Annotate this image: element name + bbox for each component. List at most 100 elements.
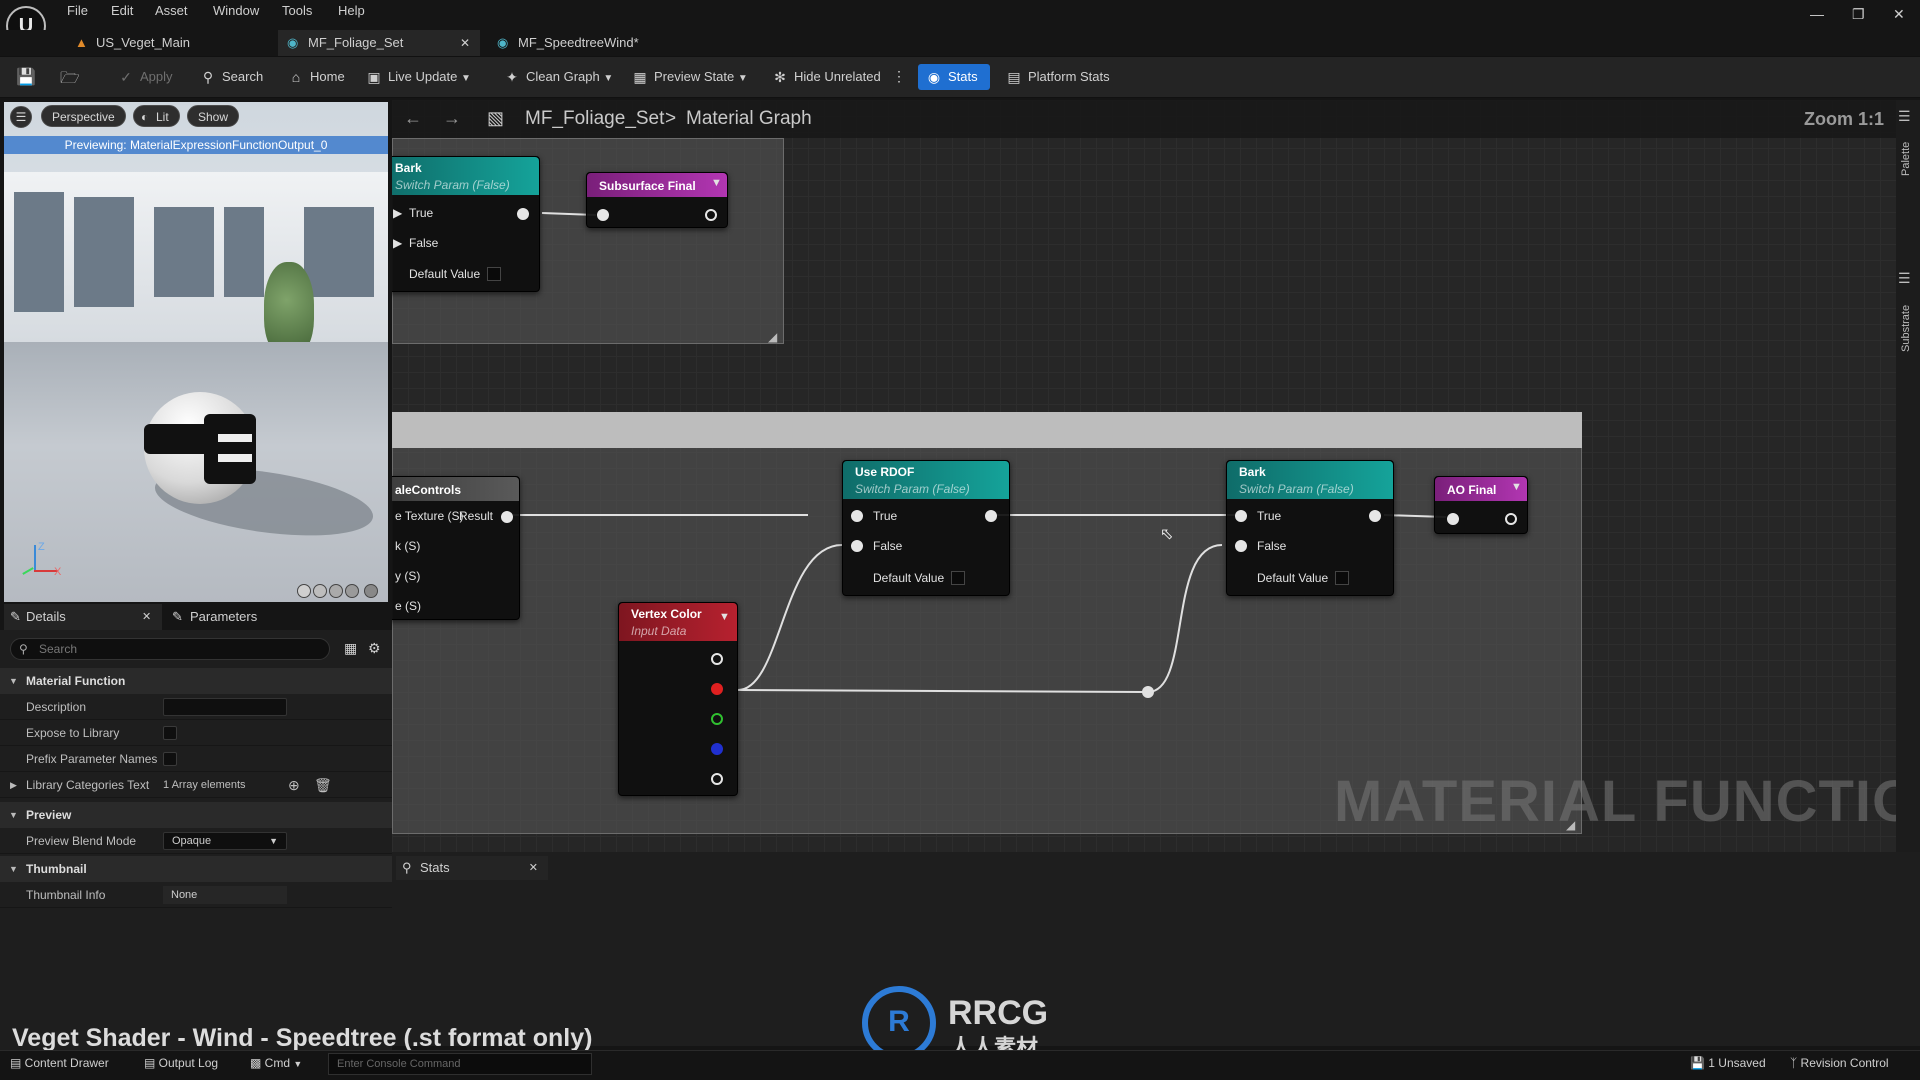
cmd-dropdown[interactable]: ▩ Cmd ▼	[250, 1056, 302, 1070]
node-ao-final[interactable]: AO Final ▼	[1434, 476, 1528, 534]
content-drawer-button[interactable]: ▤ Content Drawer	[10, 1056, 109, 1070]
unsaved-indicator[interactable]: 💾 1 Unsaved	[1690, 1056, 1766, 1070]
platform-stats-button[interactable]: ▤ Platform Stats	[1004, 64, 1109, 90]
minimize-icon[interactable]: —	[1810, 6, 1824, 22]
delete-trash-icon[interactable]: 🗑	[314, 772, 332, 798]
apply-button[interactable]: ✓ Apply	[116, 64, 172, 90]
expose-to-library-checkbox[interactable]	[163, 726, 177, 740]
node-vertex-color[interactable]: Vertex Color Input Data ▼	[618, 602, 738, 796]
chevron-down-icon[interactable]: ▼	[1511, 481, 1522, 493]
details-search-input[interactable]: ⚲ Search	[10, 638, 330, 660]
output-pin[interactable]	[501, 511, 513, 523]
default-value-checkbox[interactable]	[1335, 571, 1349, 585]
reroute-node[interactable]	[1142, 686, 1154, 698]
clean-graph-button[interactable]: ✦ Clean Graph ▼	[502, 64, 613, 90]
output-log-button[interactable]: ▤ Output Log	[144, 1056, 218, 1070]
save-icon[interactable]: 💾	[16, 67, 36, 87]
tab-close-icon[interactable]: ✕	[529, 856, 538, 880]
viewport-menu-icon[interactable]: ☰	[10, 106, 32, 128]
tab-details[interactable]: ✎ Details ✕	[4, 604, 162, 630]
menu-window[interactable]: Window	[213, 3, 259, 18]
stats-button[interactable]: ◉ Stats	[918, 64, 990, 90]
revision-control-button[interactable]: ᛉ Revision Control	[1790, 1056, 1889, 1070]
tab-us-veget-main[interactable]: ▲ US_Veget_Main	[66, 30, 276, 56]
menu-tools[interactable]: Tools	[282, 3, 312, 18]
expand-arrow-icon[interactable]: ▶	[10, 772, 17, 798]
perspective-button[interactable]: Perspective	[41, 105, 126, 127]
default-value-checkbox[interactable]	[487, 267, 501, 281]
output-pin-a[interactable]	[711, 773, 723, 785]
output-pin-r[interactable]	[711, 683, 723, 695]
default-value-checkbox[interactable]	[951, 571, 965, 585]
restore-icon[interactable]: ❐	[1852, 6, 1865, 23]
substrate-tab[interactable]: Substrate	[1900, 305, 1912, 352]
forward-arrow-icon[interactable]: →	[443, 108, 461, 129]
tab-close-icon[interactable]: ✕	[142, 604, 151, 630]
tab-mf-speedtree-wind[interactable]: ◉ MF_SpeedtreeWind*	[488, 30, 688, 56]
section-material-function[interactable]: ▼ Material Function	[0, 668, 392, 694]
section-thumbnail[interactable]: ▼ Thumbnail	[0, 856, 392, 882]
palette-tab[interactable]: Palette	[1900, 142, 1912, 176]
hide-unrelated-button[interactable]: ✻ Hide Unrelated	[770, 64, 881, 90]
section-preview[interactable]: ▼ Preview	[0, 802, 392, 828]
preview-shape-plane-icon[interactable]	[329, 584, 343, 598]
add-element-icon[interactable]: ⊕	[288, 772, 300, 798]
output-pin[interactable]	[1369, 510, 1381, 522]
node-bark-bottom[interactable]: Bark Switch Param (False) True False Def…	[1226, 460, 1394, 596]
preview-viewport[interactable]	[4, 102, 388, 602]
node-use-rdof[interactable]: Use RDOF Switch Param (False) True False…	[842, 460, 1010, 596]
menu-file[interactable]: File	[67, 3, 88, 18]
input-pin[interactable]	[851, 510, 863, 522]
input-pin[interactable]	[1447, 513, 1459, 525]
lit-button[interactable]: ◐ Lit	[133, 105, 180, 127]
back-arrow-icon[interactable]: ←	[404, 108, 422, 129]
input-pin[interactable]	[597, 209, 609, 221]
menu-help[interactable]: Help	[338, 3, 365, 18]
close-window-icon[interactable]: ✕	[1893, 6, 1905, 23]
home-button[interactable]: ⌂ Home	[286, 64, 345, 90]
node-subsurface-final[interactable]: Subsurface Final ▼	[586, 172, 728, 228]
tab-mf-foliage-set[interactable]: ◉ MF_Foliage_Set ✕	[278, 30, 480, 56]
search-button[interactable]: ⚲ Search	[198, 64, 263, 90]
description-field[interactable]	[163, 698, 287, 716]
menu-edit[interactable]: Edit	[111, 3, 133, 18]
settings-gear-icon[interactable]: ⚙	[368, 640, 381, 657]
input-pin[interactable]	[1235, 510, 1247, 522]
input-pin[interactable]	[1235, 540, 1247, 552]
thumbnail-info-value[interactable]: None	[163, 886, 287, 904]
more-options-icon[interactable]: ⋮	[892, 68, 906, 85]
output-pin[interactable]	[705, 209, 717, 221]
preview-shape-mesh-icon[interactable]	[364, 584, 378, 598]
chevron-down-icon[interactable]: ▼	[719, 611, 730, 623]
output-pin-rgb[interactable]	[711, 653, 723, 665]
breadcrumb-asset[interactable]: MF_Foliage_Set	[525, 108, 664, 130]
input-pin[interactable]	[851, 540, 863, 552]
preview-state-button[interactable]: ▦ Preview State ▼	[630, 64, 747, 90]
output-pin[interactable]	[1505, 513, 1517, 525]
preview-shape-cube-icon[interactable]	[345, 584, 359, 598]
palette-list-icon[interactable]: ☰	[1898, 108, 1911, 125]
tab-close-icon[interactable]: ✕	[460, 30, 470, 56]
prefix-parameter-names-checkbox[interactable]	[163, 752, 177, 766]
breadcrumb-graph[interactable]: Material Graph	[686, 108, 812, 130]
output-pin[interactable]	[517, 208, 529, 220]
tab-parameters[interactable]: ✎ Parameters	[168, 604, 318, 630]
preview-blend-mode-dropdown[interactable]: Opaque ▼	[163, 832, 287, 850]
output-pin-b[interactable]	[711, 743, 723, 755]
output-pin[interactable]	[985, 510, 997, 522]
show-button[interactable]: Show	[187, 105, 240, 127]
output-pin-g[interactable]	[711, 713, 723, 725]
browse-icon[interactable]: 🗁	[60, 67, 80, 94]
preview-shape-cylinder-icon[interactable]	[297, 584, 311, 598]
node-bark-top[interactable]: Bark Switch Param (False) ▶ True ▶ False…	[392, 156, 540, 292]
chevron-down-icon[interactable]: ▼	[711, 177, 722, 189]
node-scale-controls[interactable]: aleControls e Texture (S) Result k (S) y…	[392, 476, 520, 620]
substrate-list-icon[interactable]: ☰	[1898, 270, 1911, 287]
tab-stats[interactable]: ⚲ Stats ✕	[396, 856, 548, 880]
console-command-input[interactable]: Enter Console Command	[328, 1053, 592, 1075]
material-graph-canvas[interactable]: ◢ ◢ Bark Switch Param (False) ▶ True ▶ F…	[392, 100, 1896, 852]
table-view-icon[interactable]: ▦	[344, 640, 357, 657]
live-update-button[interactable]: ▣ Live Update ▼	[364, 64, 471, 90]
menu-asset[interactable]: Asset	[155, 3, 188, 18]
preview-shape-sphere-icon[interactable]	[313, 584, 327, 598]
